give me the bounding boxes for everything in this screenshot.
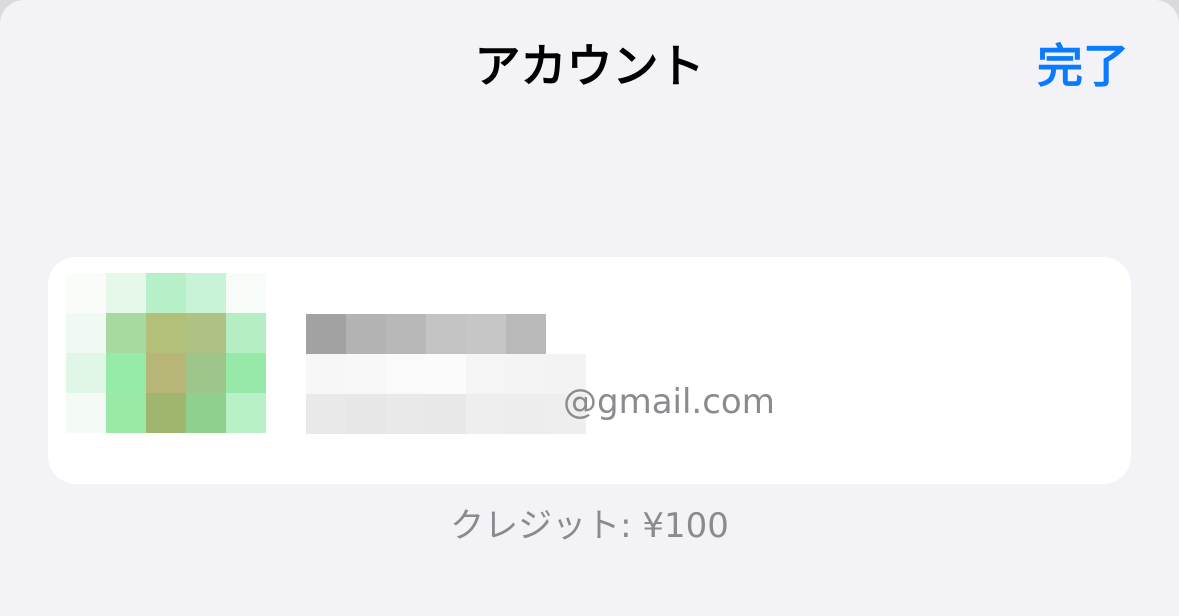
credit-balance: クレジット: ¥100: [450, 506, 729, 546]
account-name-redacted: [306, 314, 546, 354]
page-title: アカウント: [474, 39, 705, 93]
account-email-domain: @gmail.com: [563, 382, 775, 422]
account-sheet: アカウント 完了 @gmail.com クレジット: ¥100: [0, 0, 1179, 616]
account-email-redacted: [306, 354, 586, 434]
avatar: [66, 273, 266, 453]
done-button[interactable]: 完了: [1037, 36, 1129, 96]
